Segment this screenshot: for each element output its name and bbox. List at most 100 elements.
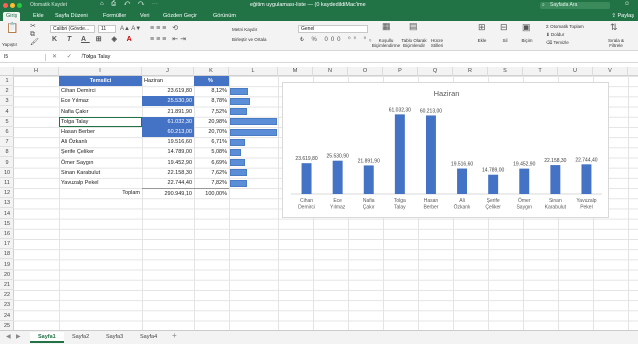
- row-header[interactable]: 15: [0, 219, 14, 229]
- column-header[interactable]: O: [348, 67, 383, 76]
- chart-bar[interactable]: [457, 168, 468, 194]
- table-cell-name[interactable]: Cihan Demirci: [59, 86, 142, 96]
- table-cell-value[interactable]: 22.158,30: [142, 168, 194, 178]
- table-cell-value[interactable]: 22.744,40: [142, 178, 194, 188]
- table-cell-percent[interactable]: 20,98%: [194, 117, 229, 127]
- fill-button[interactable]: ⬇ Doldur: [546, 32, 564, 38]
- total-label[interactable]: Toplam: [59, 188, 142, 198]
- row-header[interactable]: 1: [0, 76, 14, 86]
- tab-gozden-gecir[interactable]: Gözden Geçir: [160, 12, 200, 21]
- column-header[interactable]: V: [593, 67, 628, 76]
- font-size-buttons[interactable]: A▲ A▼: [120, 25, 141, 33]
- table-cell-percent[interactable]: 20,70%: [194, 127, 229, 137]
- paste-label[interactable]: Yapıştır: [2, 42, 17, 47]
- minimize-window-button[interactable]: [10, 3, 15, 8]
- chart-bar[interactable]: [332, 160, 343, 194]
- table-header-percent[interactable]: %: [194, 76, 229, 86]
- column-header[interactable]: K: [194, 67, 229, 76]
- table-cell-percent[interactable]: 6,69%: [194, 158, 229, 168]
- row-header[interactable]: 4: [0, 107, 14, 117]
- align-top-icons[interactable]: ≡≡≡ ⟲: [150, 25, 180, 33]
- formula-input[interactable]: Tolga Talay: [83, 54, 110, 61]
- table-cell-percent[interactable]: 8,12%: [194, 86, 229, 96]
- search-box[interactable]: ⌕ Sayfada Ara: [540, 2, 610, 9]
- chart-bar[interactable]: [425, 115, 436, 194]
- row-header[interactable]: 6: [0, 127, 14, 137]
- column-header[interactable]: T: [523, 67, 558, 76]
- chart-bar[interactable]: [394, 114, 405, 194]
- format-table-icon[interactable]: ▤: [409, 22, 418, 31]
- tab-sayfa-duzeni[interactable]: Sayfa Düzeni: [52, 12, 91, 21]
- table-cell-value[interactable]: 61.032,30: [142, 116, 194, 127]
- column-header[interactable]: Q: [418, 67, 453, 76]
- clear-button[interactable]: ⌫ Temizle: [546, 40, 569, 46]
- table-cell-name[interactable]: Yavuzalp Pekel: [59, 178, 142, 188]
- align-horizontal-icons[interactable]: ≡≡≡ ⇤⇥: [150, 36, 188, 44]
- column-header[interactable]: I: [59, 67, 142, 76]
- sheet-tab-sayfa4[interactable]: Sayfa4: [132, 332, 165, 343]
- table-cell-name[interactable]: Sinan Karabulut: [59, 168, 142, 178]
- row-header[interactable]: 14: [0, 209, 14, 219]
- chart-bar[interactable]: [363, 165, 374, 194]
- table-cell-percent[interactable]: 7,82%: [194, 178, 229, 188]
- font-style-buttons[interactable]: K T A ⊞ ◈ A: [52, 36, 136, 44]
- row-header[interactable]: 7: [0, 137, 14, 148]
- table-cell-value[interactable]: 14.789,00: [142, 147, 194, 157]
- table-cell-name[interactable]: Hasan Berber: [59, 127, 142, 137]
- table-cell-value[interactable]: 23.619,80: [142, 86, 194, 96]
- row-header[interactable]: 24: [0, 311, 14, 321]
- column-header[interactable]: N: [313, 67, 348, 76]
- column-header[interactable]: M: [278, 67, 313, 76]
- row-header[interactable]: 17: [0, 239, 14, 250]
- share-button[interactable]: ⇪ Paylaş: [611, 12, 634, 21]
- merge-center-button[interactable]: Birleştir ve Ortala: [232, 37, 267, 42]
- row-header[interactable]: 10: [0, 168, 14, 178]
- row-header[interactable]: 18: [0, 249, 14, 260]
- chart-bar[interactable]: [519, 168, 530, 194]
- tab-formuller[interactable]: Formüller: [100, 12, 129, 21]
- row-header[interactable]: 20: [0, 270, 14, 280]
- tab-gorunum[interactable]: Görünüm: [210, 12, 239, 21]
- table-cell-percent[interactable]: 5,08%: [194, 147, 229, 157]
- sheet-tab-sayfa2[interactable]: Sayfa2: [64, 332, 97, 343]
- font-size-select[interactable]: 11: [98, 25, 116, 33]
- total-percent[interactable]: 100,00%: [194, 188, 229, 198]
- column-header[interactable]: U: [558, 67, 593, 76]
- font-name-select[interactable]: Calibri (Gövde...: [50, 25, 95, 33]
- row-header[interactable]: 9: [0, 158, 14, 168]
- copy-icon[interactable]: ⧉: [30, 31, 35, 39]
- format-painter-icon[interactable]: 🖌: [30, 39, 39, 47]
- zoom-window-button[interactable]: [17, 3, 22, 8]
- row-header[interactable]: 21: [0, 280, 14, 290]
- next-sheet-icon[interactable]: ▶: [16, 333, 21, 340]
- delete-cells-icon[interactable]: ⊟: [500, 23, 508, 32]
- table-cell-value[interactable]: 25.530,90: [142, 96, 194, 107]
- number-format-icons[interactable]: ₺ % 000 ⁰⁰ ⁰₀: [300, 36, 375, 44]
- column-header[interactable]: L: [229, 67, 278, 76]
- autosum-button[interactable]: Σ Otomatik Toplam: [546, 24, 584, 29]
- table-cell-name[interactable]: Nafia Çakır: [59, 107, 142, 117]
- quick-access-icons[interactable]: ⌂ ⎙ ↶ ↷ ⋯: [100, 1, 161, 8]
- table-cell-percent[interactable]: 6,71%: [194, 137, 229, 147]
- add-sheet-icon[interactable]: +: [172, 331, 177, 340]
- total-value[interactable]: 290.949,10: [142, 188, 194, 198]
- table-header-temsilci[interactable]: Temsilci: [59, 76, 142, 86]
- table-cell-name[interactable]: Ali Özkanlı: [59, 137, 142, 147]
- cut-icon[interactable]: ✂: [30, 23, 36, 31]
- cell-styles-label[interactable]: Hücre Stilleri: [425, 38, 449, 48]
- column-header[interactable]: J: [142, 67, 194, 76]
- table-cell-name[interactable]: Ece Yılmaz: [59, 96, 142, 106]
- table-cell-name[interactable]: Ömer Saygın: [59, 158, 142, 168]
- chart-bar[interactable]: [581, 164, 592, 194]
- row-header[interactable]: 16: [0, 229, 14, 239]
- name-box[interactable]: I5: [2, 54, 46, 61]
- chart-bar[interactable]: [488, 174, 499, 194]
- row-header[interactable]: 8: [0, 147, 14, 158]
- tab-ekle[interactable]: Ekle: [30, 12, 47, 21]
- row-header[interactable]: 5: [0, 117, 14, 127]
- row-header[interactable]: 2: [0, 86, 14, 97]
- column-header[interactable]: R: [453, 67, 488, 76]
- insert-cells-icon[interactable]: ⊞: [478, 23, 486, 32]
- wrap-text-button[interactable]: Metni Kaydır: [232, 27, 257, 32]
- bar-chart[interactable]: Haziran 23.619,80 Cihan Demirci 25.530,90 Ec…: [282, 82, 609, 218]
